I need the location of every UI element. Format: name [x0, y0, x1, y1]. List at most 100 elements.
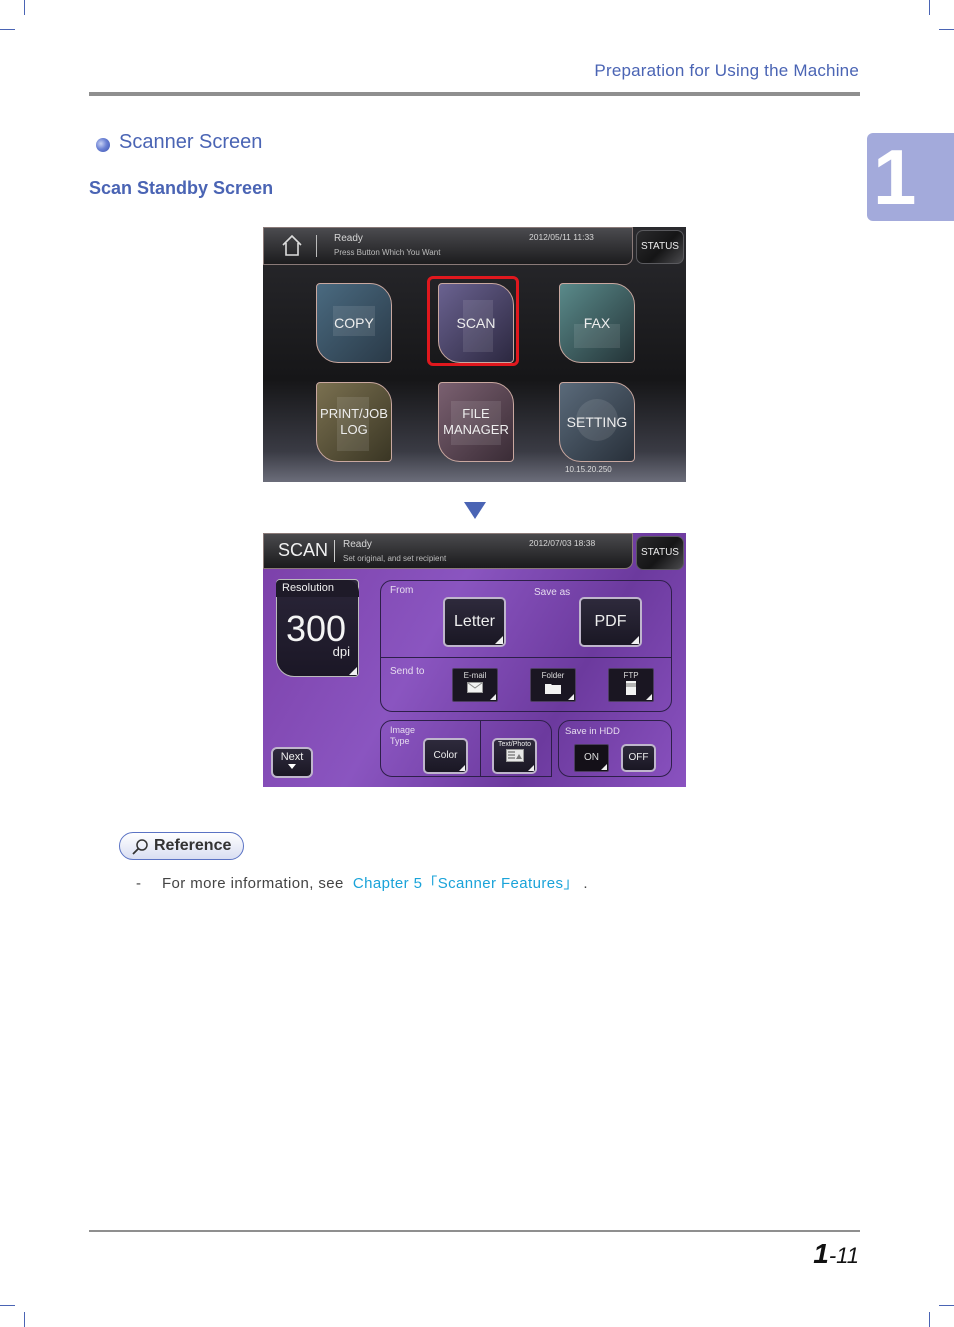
text-photo-label: Text/Photo	[497, 741, 532, 748]
corner-indicator-icon	[459, 765, 465, 771]
setting-tile[interactable]: SETTING	[559, 382, 635, 462]
folder-label: Folder	[541, 671, 565, 680]
status-bar: Ready Press Button Which You Want 2012/0…	[263, 227, 633, 265]
print-job-log-tile[interactable]: PRINT/JOB LOG	[316, 382, 392, 462]
tile-label: FAX	[583, 315, 611, 331]
color-label: Color	[433, 750, 458, 761]
arrow-down-icon	[464, 502, 486, 519]
datetime: 2012/07/03 18:38	[529, 538, 596, 548]
crop-mark	[24, 0, 25, 15]
save-in-hdd-label: Save in HDD	[565, 726, 620, 737]
reference-label: Reference	[154, 837, 232, 854]
fax-tile[interactable]: FAX	[559, 283, 635, 363]
status-message: Press Button Which You Want	[334, 248, 441, 257]
tile-label: SETTING	[566, 414, 628, 430]
chevron-down-icon	[288, 764, 296, 769]
status-message: Set original, and set recipient	[343, 554, 447, 563]
hdd-on-button[interactable]: ON	[574, 744, 609, 772]
image-type-label: Image Type	[390, 725, 415, 747]
status-button[interactable]: STATUS	[636, 536, 684, 570]
corner-indicator-icon	[490, 694, 496, 700]
divider	[316, 235, 317, 257]
subsection-title: Scan Standby Screen	[89, 178, 274, 198]
corner-indicator-icon	[631, 636, 639, 644]
corner-indicator-icon	[646, 694, 652, 700]
hdd-off-button[interactable]: OFF	[621, 744, 656, 772]
save-as-label: Save as	[534, 587, 571, 598]
running-header: Preparation for Using the Machine	[594, 61, 859, 80]
magnifier-icon	[132, 839, 148, 855]
send-to-label: Send to	[390, 666, 425, 677]
divider	[381, 657, 671, 658]
scan-screen-screenshot: SCAN Ready Set original, and set recipie…	[263, 533, 686, 787]
status-text: Ready	[334, 233, 363, 244]
image-type-label-line1: Image	[390, 725, 416, 735]
chapter-tab: 1	[867, 133, 954, 221]
save-as-value: PDF	[594, 613, 627, 630]
footer-rule	[89, 1230, 860, 1232]
resolution-unit: dpi	[332, 644, 350, 659]
corner-indicator-icon	[349, 667, 357, 675]
next-label: Next	[280, 751, 304, 763]
mode-title: SCAN	[278, 540, 329, 560]
ftp-label: FTP	[623, 671, 639, 680]
divider	[334, 540, 335, 562]
reference-badge: Reference	[119, 832, 244, 860]
image-type-label-line2: Type	[390, 736, 410, 746]
corner-indicator-icon	[528, 765, 534, 771]
crop-mark	[939, 29, 954, 30]
from-letter-button[interactable]: Letter	[443, 597, 506, 647]
page-index: -11	[828, 1243, 859, 1268]
crop-mark	[0, 29, 15, 30]
folder-icon	[545, 684, 561, 694]
tile-label: FILE MANAGER	[443, 406, 509, 437]
divider	[480, 721, 481, 776]
corner-indicator-icon	[568, 694, 574, 700]
color-button[interactable]: Color	[423, 738, 468, 774]
status-button[interactable]: STATUS	[636, 230, 684, 264]
tile-label: SCAN	[456, 315, 496, 331]
folder-button[interactable]: Folder	[530, 668, 576, 702]
crop-mark	[0, 1305, 15, 1306]
email-button[interactable]: E-mail	[452, 668, 498, 702]
crop-mark	[939, 1305, 954, 1306]
list-dash: -	[136, 875, 142, 892]
home-icon[interactable]	[281, 233, 303, 257]
page-chapter: 1	[813, 1238, 829, 1269]
tile-label: PRINT/JOB LOG	[320, 406, 388, 437]
reference-text: - For more information, see Chapter 5「Sc…	[136, 872, 588, 893]
text-photo-icon	[505, 749, 524, 762]
hdd-on-label: ON	[584, 752, 599, 763]
from-value: Letter	[454, 613, 495, 630]
bullet-icon	[96, 138, 110, 152]
reference-end: .	[583, 875, 588, 892]
from-label: From	[390, 585, 414, 596]
crop-mark	[24, 1312, 25, 1327]
ip-address: 10.15.20.250	[565, 465, 612, 474]
home-screen-screenshot: Ready Press Button Which You Want 2012/0…	[263, 227, 686, 482]
email-label: E-mail	[463, 671, 487, 680]
header-rule	[89, 92, 860, 96]
page-number: 1-11	[813, 1238, 859, 1270]
text-photo-button[interactable]: Text/Photo	[492, 738, 537, 774]
save-as-pdf-button[interactable]: PDF	[579, 597, 642, 647]
server-icon	[626, 681, 636, 695]
envelope-icon	[467, 682, 483, 693]
chapter-link[interactable]: Chapter 5「Scanner Features」	[353, 875, 579, 892]
reference-body: For more information, see	[161, 875, 344, 892]
resolution-label: Resolution	[276, 580, 359, 597]
ftp-button[interactable]: FTP	[608, 668, 654, 702]
corner-indicator-icon	[495, 636, 503, 644]
chapter-tab-number: 1	[873, 133, 917, 221]
hdd-off-label: OFF	[628, 752, 649, 763]
corner-indicator-icon	[601, 764, 607, 770]
status-text: Ready	[343, 539, 372, 550]
datetime: 2012/05/11 11:33	[529, 232, 594, 242]
file-manager-tile[interactable]: FILE MANAGER	[438, 382, 514, 462]
crop-mark	[929, 0, 930, 15]
status-bar: SCAN Ready Set original, and set recipie…	[263, 533, 633, 569]
section-title: Scanner Screen	[119, 131, 263, 153]
next-button[interactable]: Next	[271, 747, 313, 778]
copy-tile[interactable]: COPY	[316, 283, 392, 363]
tile-label: COPY	[334, 315, 374, 331]
